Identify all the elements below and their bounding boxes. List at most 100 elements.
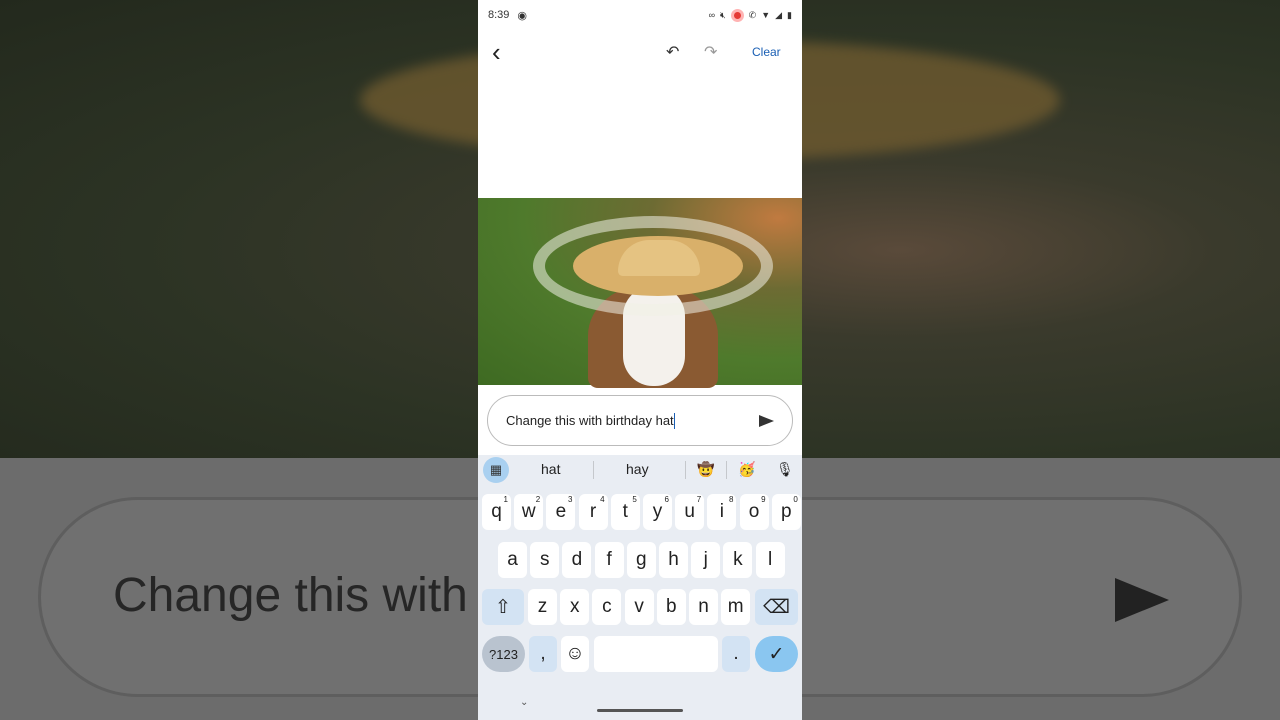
mute-icon: 🔇︎: [719, 9, 726, 20]
party-emoji[interactable]: 🥳: [738, 461, 755, 478]
key-hint: 2: [535, 495, 541, 504]
divider: [726, 461, 727, 479]
key-u[interactable]: u7: [675, 494, 705, 530]
key-label: d: [571, 549, 583, 570]
clear-button[interactable]: Clear: [752, 45, 781, 59]
key-hint: 5: [632, 495, 637, 504]
prompt-text: Change this with birthday hat: [506, 413, 674, 428]
key-label: ⇧: [495, 596, 511, 618]
symbols-key[interactable]: ?123: [482, 636, 525, 672]
divider: [685, 461, 686, 479]
key-label: q: [491, 501, 502, 522]
shift-key[interactable]: ⇧: [482, 589, 524, 625]
key-f[interactable]: f: [594, 542, 624, 578]
link-icon: ∞: [708, 10, 715, 20]
background-send-icon: [1115, 578, 1169, 622]
key-z[interactable]: z: [528, 589, 557, 625]
key-label: e: [555, 501, 567, 522]
key-label: n: [698, 596, 709, 617]
key-label: a: [507, 549, 518, 570]
toolbar: ‹ ↶ ↷ Clear: [478, 30, 802, 74]
wifi-icon: ▼: [761, 10, 771, 20]
key-h[interactable]: h: [659, 542, 688, 578]
key-label: t: [622, 501, 628, 522]
key-y[interactable]: y6: [643, 494, 672, 530]
undo-button[interactable]: ↶: [666, 42, 679, 62]
space-key[interactable]: [594, 636, 718, 672]
divider: [593, 461, 594, 479]
key-hint: 8: [728, 495, 734, 504]
gesture-nav-bar[interactable]: [597, 709, 683, 712]
cowboy-emoji[interactable]: 🤠: [697, 461, 714, 478]
key-label: m: [727, 596, 744, 617]
key-j[interactable]: j: [691, 542, 721, 578]
key-n[interactable]: n: [689, 589, 718, 625]
key-c[interactable]: c: [592, 589, 622, 625]
key-s[interactable]: s: [530, 542, 560, 578]
redo-button[interactable]: ↷: [704, 42, 717, 62]
key-hint: 1: [503, 495, 508, 504]
key-hint: 9: [761, 495, 766, 504]
key-hint: 0: [793, 495, 798, 504]
comma-key[interactable]: ,: [529, 636, 557, 672]
key-r[interactable]: r4: [578, 494, 608, 530]
key-label: c: [602, 596, 612, 617]
suggestion-hat[interactable]: hat: [541, 461, 560, 477]
key-label: b: [666, 596, 677, 617]
key-label: p: [781, 501, 792, 522]
period-key[interactable]: .: [722, 636, 750, 672]
suggestion-hay[interactable]: hay: [626, 461, 649, 477]
text-caret: [673, 412, 676, 429]
key-p[interactable]: p0: [771, 494, 801, 530]
background-prompt-text: Change this with: [113, 569, 468, 622]
key-label: u: [684, 501, 695, 522]
key-hint: 6: [664, 495, 669, 504]
emoji-key[interactable]: ☺: [561, 636, 589, 672]
key-label: l: [767, 549, 773, 570]
key-label: i: [719, 501, 724, 522]
enter-key[interactable]: ✓: [755, 636, 798, 672]
key-label: k: [733, 549, 743, 570]
key-label: j: [703, 549, 708, 570]
edited-photo[interactable]: [478, 198, 802, 388]
wifi-call-icon: ✆: [748, 9, 757, 20]
key-label: r: [589, 501, 597, 522]
key-label: ☺: [565, 643, 585, 664]
key-k[interactable]: k: [723, 542, 753, 578]
status-time: 8:39: [488, 9, 510, 21]
back-button[interactable]: ‹: [492, 37, 501, 68]
key-i[interactable]: i8: [707, 494, 737, 530]
prompt-input[interactable]: Change this with birthday hat: [487, 395, 793, 446]
suggestion-bar: ▦ hat hay 🤠 🥳 🎙: [478, 455, 802, 485]
key-d[interactable]: d: [562, 542, 592, 578]
key-w[interactable]: w2: [514, 494, 544, 530]
hide-keyboard-icon[interactable]: ⌄: [520, 697, 528, 708]
key-label: ,: [540, 643, 546, 664]
key-v[interactable]: v: [624, 589, 654, 625]
key-l[interactable]: l: [755, 542, 785, 578]
key-hint: 3: [567, 495, 573, 504]
send-icon[interactable]: [759, 414, 774, 427]
key-e[interactable]: e3: [546, 494, 576, 530]
key-label: .: [733, 643, 739, 664]
key-g[interactable]: g: [626, 542, 656, 578]
backspace-key[interactable]: ⌫: [755, 589, 798, 625]
apps-grid-icon[interactable]: ▦: [483, 457, 509, 483]
recording-icon: [730, 8, 744, 22]
key-label: ✓: [768, 643, 785, 665]
key-label: g: [636, 549, 647, 570]
key-x[interactable]: x: [560, 589, 590, 625]
key-m[interactable]: m: [721, 589, 751, 625]
key-o[interactable]: o9: [739, 494, 769, 530]
key-q[interactable]: q1: [482, 494, 511, 530]
key-b[interactable]: b: [656, 589, 686, 625]
screen-record-icon: ◉: [517, 9, 528, 22]
key-a[interactable]: a: [498, 542, 527, 578]
key-label: z: [537, 596, 548, 617]
mic-icon[interactable]: 🎙: [776, 461, 794, 478]
key-hint: 4: [600, 495, 605, 504]
selection-brush-stroke: [533, 216, 773, 316]
key-t[interactable]: t5: [610, 494, 640, 530]
key-label: o: [748, 501, 760, 522]
key-label: w: [521, 501, 536, 522]
